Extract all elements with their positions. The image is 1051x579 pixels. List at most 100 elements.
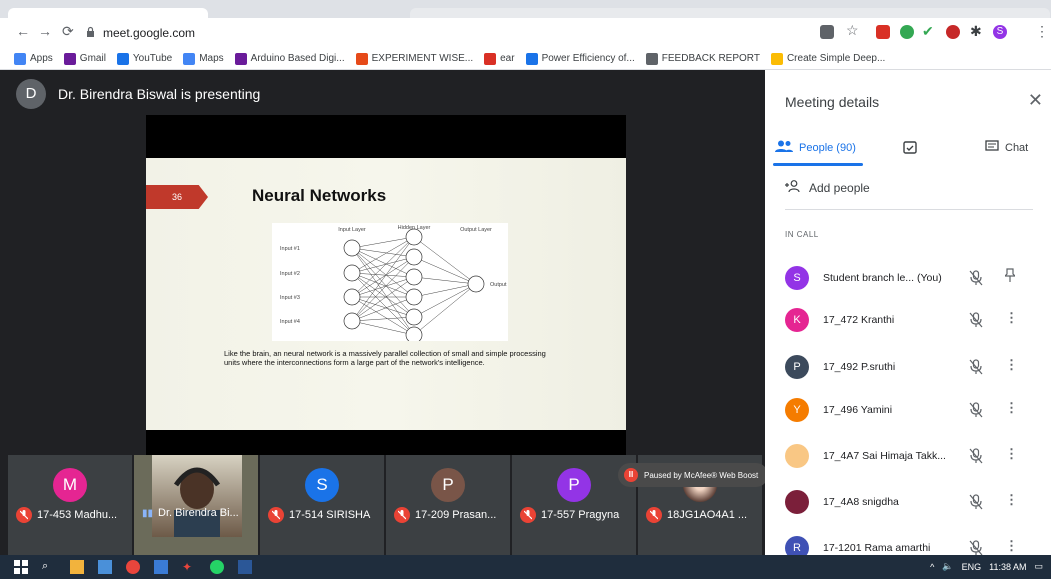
menu-kebab-icon[interactable]: ⋮ <box>1035 23 1049 40</box>
windows-start-icon[interactable] <box>14 560 28 574</box>
bookmark-item[interactable]: ear <box>484 52 515 65</box>
tab-chat-label: Chat <box>1005 142 1029 154</box>
bookmark-icon <box>234 52 247 65</box>
output-node <box>467 275 485 293</box>
layer-label: Output Layer <box>460 227 492 233</box>
participant-name: Dr. Birendra Bi... <box>158 507 239 519</box>
more-options-icon[interactable]: ⋮ <box>1005 400 1018 416</box>
more-options-icon[interactable]: ⋮ <box>1005 538 1018 554</box>
participant-video <box>152 455 242 537</box>
person-name: 17_4A8 snigdha <box>823 496 899 508</box>
camera-icon[interactable] <box>820 25 834 39</box>
list-item[interactable]: 17_4A8 snigdha ⋮ <box>785 486 1040 518</box>
list-item[interactable]: P 17_492 P.sruthi ⋮ <box>785 351 1040 383</box>
list-item[interactable]: 17_4A7 Sai Himaja Takk... ⋮ <box>785 440 1040 472</box>
people-icon <box>775 140 793 155</box>
avatar: K <box>785 308 809 332</box>
bookmark-item[interactable]: Create Simple Deep... <box>770 52 885 65</box>
mic-off-icon <box>520 507 536 523</box>
bookmark-item[interactable]: Maps <box>183 52 224 65</box>
address-bar[interactable]: meet.google.com <box>86 22 746 44</box>
avatar: S <box>785 266 809 290</box>
bookmark-item[interactable]: FEEDBACK REPORT <box>645 52 760 65</box>
add-people-button[interactable]: Add people <box>785 180 870 195</box>
bookmark-item[interactable]: Gmail <box>63 52 106 65</box>
extension-icon[interactable] <box>946 25 960 39</box>
participant-tile[interactable]: M 17-453 Madhu... <box>8 455 132 555</box>
tab-people[interactable]: People (90) <box>775 140 856 155</box>
store-icon[interactable] <box>98 560 112 574</box>
volume-icon[interactable]: 🔈 <box>942 561 953 572</box>
presentation-slide: 36 Neural Networks Input #1 Input #2 Input… <box>146 158 626 430</box>
participant-tile[interactable]: P 17-209 Prasan... <box>386 455 510 555</box>
system-tray: ^ 🔈 ENG 11:38 AM ▭ <box>930 561 1043 572</box>
globe-icon <box>525 52 538 65</box>
input-label: Input #2 <box>280 271 300 277</box>
bookmark-item[interactable]: Power Efficiency of... <box>525 52 635 65</box>
bookmark-label: FEEDBACK REPORT <box>661 53 760 64</box>
list-item[interactable]: K 17_472 Kranthi ⋮ <box>785 304 1040 336</box>
participant-name: 17-557 Pragyna <box>541 509 620 521</box>
pin-icon[interactable] <box>1003 268 1017 285</box>
list-item[interactable]: S Student branch le... (You) <box>785 262 1040 294</box>
participant-tile[interactable]: P 17-557 Pragyna <box>512 455 636 555</box>
chevron-up-icon[interactable]: ^ <box>930 562 934 572</box>
file-explorer-icon[interactable] <box>70 560 84 574</box>
forward-icon[interactable]: → <box>38 23 52 39</box>
layer-label: Input Layer <box>338 227 366 233</box>
bookmark-item[interactable]: Apps <box>14 52 53 65</box>
close-icon[interactable]: ✕ <box>1028 90 1043 111</box>
profile-avatar[interactable]: S <box>993 25 1007 39</box>
back-icon[interactable]: ← <box>16 23 30 39</box>
more-options-icon[interactable]: ⋮ <box>1005 357 1018 373</box>
search-icon[interactable]: ⌕ <box>42 560 56 574</box>
bookmark-item[interactable]: EXPERIMENT WISE... <box>355 52 473 65</box>
browser-tab[interactable] <box>8 8 208 18</box>
browser-toolbar: ← → ⟳ meet.google.com ☆ ✔ ✱ S ⋮ <box>0 18 1051 48</box>
app-icon[interactable] <box>154 560 168 574</box>
output-label: Output <box>490 282 507 288</box>
participant-name: 18JG1AO4A1 ... <box>667 509 748 521</box>
google-icon <box>770 52 783 65</box>
tab-chat[interactable]: Chat <box>985 140 1028 156</box>
list-item[interactable]: Y 17_496 Yamini ⋮ <box>785 394 1040 426</box>
bookmark-label: ear <box>500 53 515 64</box>
lang-indicator[interactable]: ENG <box>962 562 982 572</box>
pause-icon: II <box>624 468 638 482</box>
participant-name-row: 17-514 SIRISHA <box>268 507 370 523</box>
participant-name-row: ▮▮ Dr. Birendra Bi... <box>142 507 239 519</box>
app-icon[interactable]: ✦ <box>182 560 196 574</box>
url-text: meet.google.com <box>103 26 196 40</box>
whatsapp-icon[interactable] <box>210 560 224 574</box>
star-icon[interactable]: ☆ <box>846 22 859 39</box>
reload-icon[interactable]: ⟳ <box>62 23 74 40</box>
notification-icon[interactable]: ▭ <box>1034 561 1043 572</box>
participant-tile[interactable]: S 17-514 SIRISHA <box>260 455 384 555</box>
more-options-icon[interactable]: ⋮ <box>1005 446 1018 462</box>
clock[interactable]: 11:38 AM <box>989 562 1026 572</box>
input-label: Input #3 <box>280 295 300 301</box>
avatar <box>785 490 809 514</box>
avatar: M <box>53 468 87 502</box>
more-options-icon[interactable]: ⋮ <box>1005 310 1018 326</box>
slide-number: 36 <box>146 185 208 209</box>
bookmark-item[interactable]: YouTube <box>116 52 172 65</box>
extension-icon[interactable] <box>876 25 890 39</box>
more-options-icon[interactable]: ⋮ <box>1005 492 1018 508</box>
grammarly-icon[interactable] <box>900 25 914 39</box>
layer-label: Hidden Layer <box>398 225 431 231</box>
hidden-node <box>405 268 423 286</box>
participant-tile[interactable]: ▮▮ Dr. Birendra Bi... <box>134 455 258 555</box>
avatar: P <box>557 468 591 502</box>
mcafee-notification[interactable]: II Paused by McAfee® Web Boost <box>618 463 768 487</box>
chrome-icon[interactable] <box>126 560 140 574</box>
app-icon[interactable] <box>238 560 252 574</box>
hidden-node <box>405 248 423 266</box>
bookmark-label: Maps <box>199 53 224 64</box>
person-name: 17_4A7 Sai Himaja Takk... <box>823 450 946 462</box>
mic-off-icon <box>16 507 32 523</box>
puzzle-icon[interactable]: ✱ <box>970 23 982 40</box>
check-icon[interactable]: ✔ <box>922 23 934 40</box>
bookmark-item[interactable]: Arduino Based Digi... <box>234 52 345 65</box>
tab-activities[interactable] <box>903 140 917 157</box>
